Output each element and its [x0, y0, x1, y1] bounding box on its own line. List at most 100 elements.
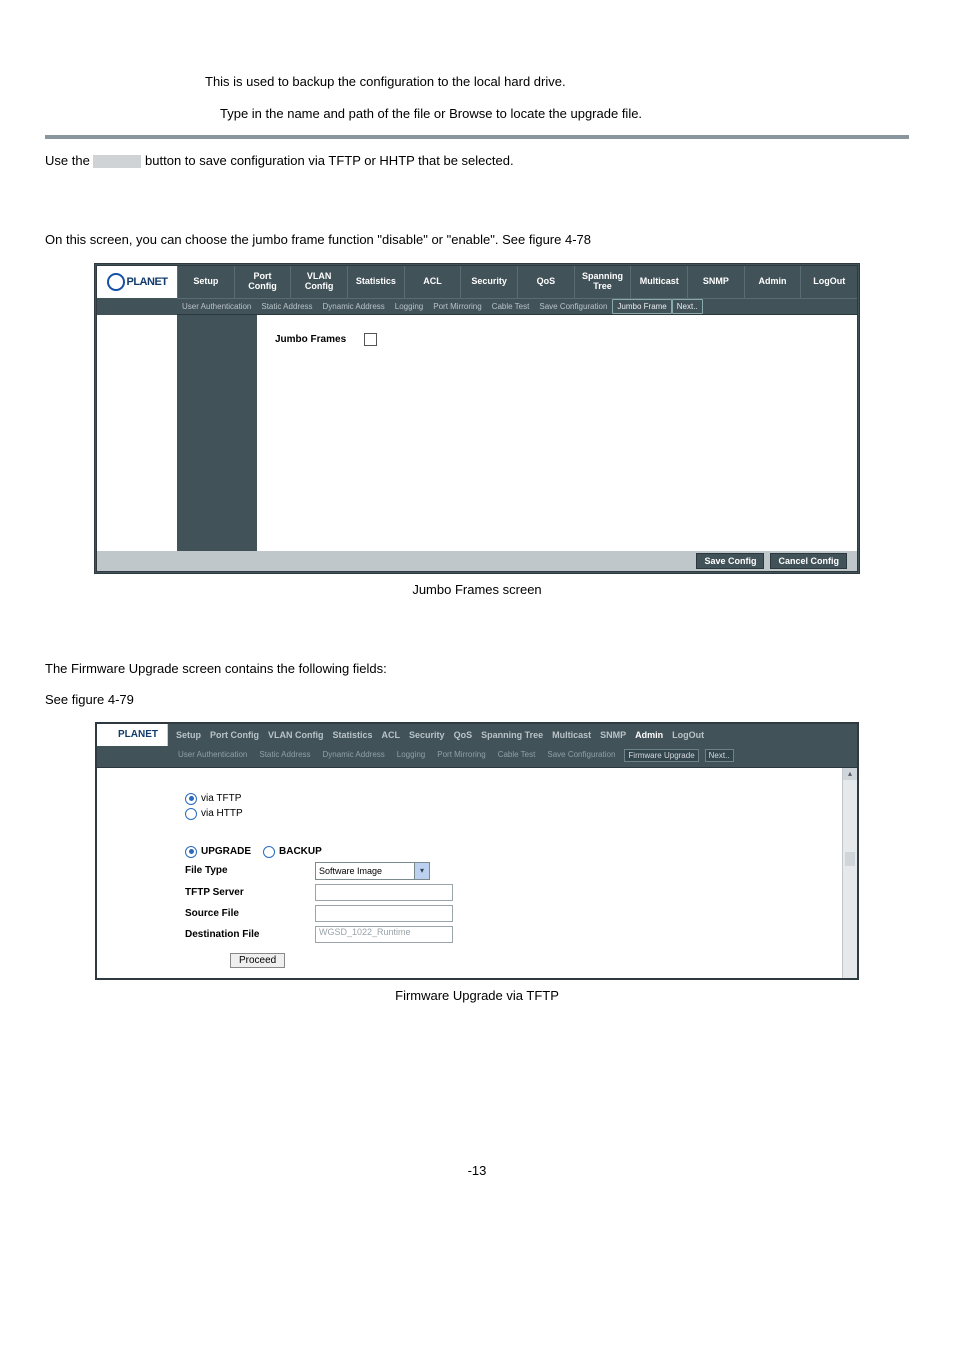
divider	[45, 135, 909, 139]
blank-button-icon	[93, 155, 141, 168]
submenu: User Authentication Static Address Dynam…	[177, 298, 857, 315]
menu-multicast[interactable]: Multicast	[630, 266, 687, 298]
fw-sub-next[interactable]: Next..	[705, 749, 734, 762]
fw-menu-logout[interactable]: LogOut	[672, 730, 704, 740]
use-the-text: Use the	[45, 153, 93, 168]
proceed-button[interactable]: Proceed	[230, 953, 285, 968]
sub-cable-test[interactable]: Cable Test	[487, 299, 535, 314]
menu-vlan-config[interactable]: VLAN Config	[290, 266, 347, 298]
fw-menu-stp[interactable]: Spanning Tree	[481, 730, 543, 740]
file-type-label: File Type	[185, 865, 315, 876]
jumbo-body: Jumbo Frames	[257, 315, 857, 551]
menu-qos[interactable]: QoS	[517, 266, 574, 298]
sub-next[interactable]: Next..	[672, 299, 703, 314]
jumbo-frames-label: Jumbo Frames	[275, 334, 346, 345]
fw-sub-save-config[interactable]: Save Configuration	[544, 749, 618, 762]
fw-sidebar-blank	[97, 768, 167, 978]
sub-static-addr[interactable]: Static Address	[256, 299, 317, 314]
upgrade-label: UPGRADE	[201, 846, 251, 857]
backup-label: BACKUP	[279, 846, 322, 857]
menu-admin[interactable]: Admin	[744, 266, 801, 298]
destination-file-input[interactable]: WGSD_1022_Runtime	[315, 926, 453, 943]
sidebar-blank	[97, 315, 177, 551]
fw-menu-setup[interactable]: Setup	[176, 730, 201, 740]
fw-menu-qos[interactable]: QoS	[454, 730, 473, 740]
fw-menu-snmp[interactable]: SNMP	[600, 730, 626, 740]
fw-sub-port-mirror[interactable]: Port Mirroring	[434, 749, 488, 762]
backup-description: This is used to backup the configuration…	[205, 72, 909, 92]
page-number: -13	[45, 1163, 909, 1178]
fw-menu-port[interactable]: Port Config	[210, 730, 259, 740]
jumbo-intro: On this screen, you can choose the jumbo…	[45, 230, 909, 250]
menu-security[interactable]: Security	[460, 266, 517, 298]
menu-spanning-tree[interactable]: Spanning Tree	[574, 266, 631, 298]
fw-menu-security[interactable]: Security	[409, 730, 445, 740]
logo-orb-icon	[107, 273, 125, 291]
fw-sub-user-auth[interactable]: User Authentication	[175, 749, 250, 762]
menu-setup[interactable]: Setup	[177, 266, 234, 298]
menu-snmp[interactable]: SNMP	[687, 266, 744, 298]
sub-logging[interactable]: Logging	[390, 299, 428, 314]
fw-sub-firmware[interactable]: Firmware Upgrade	[624, 749, 698, 762]
radio-upgrade[interactable]	[185, 846, 197, 858]
fw-submenu: User Authentication Static Address Dynam…	[97, 746, 857, 768]
planet-logo: PLANET	[97, 266, 177, 298]
fw-caption: Firmware Upgrade via TFTP	[45, 988, 909, 1003]
logo-text-2: PLANET	[118, 729, 158, 740]
fw-sub-logging[interactable]: Logging	[394, 749, 428, 762]
fw-intro-1: The Firmware Upgrade screen contains the…	[45, 659, 909, 679]
menu-statistics[interactable]: Statistics	[347, 266, 404, 298]
fw-top-menu: Setup Port Config VLAN Config Statistics…	[168, 724, 857, 746]
sub-save-config[interactable]: Save Configuration	[534, 299, 612, 314]
fw-sub-dynamic[interactable]: Dynamic Address	[320, 749, 388, 762]
fw-menu-multicast[interactable]: Multicast	[552, 730, 591, 740]
scrollbar[interactable]: ▴	[842, 768, 857, 978]
fw-menu-stats[interactable]: Statistics	[333, 730, 373, 740]
fw-menu-admin[interactable]: Admin	[635, 730, 663, 740]
chevron-down-icon: ▾	[414, 863, 429, 879]
menu-acl[interactable]: ACL	[404, 266, 461, 298]
sub-jumbo-frame[interactable]: Jumbo Frame	[612, 299, 671, 314]
tftp-server-input[interactable]	[315, 884, 453, 901]
destination-file-label: Destination File	[185, 929, 315, 940]
source-file-label: Source File	[185, 908, 315, 919]
fw-sub-cable-test[interactable]: Cable Test	[495, 749, 539, 762]
fw-main: via TFTP via HTTP UPGRADE BACKUP File Ty…	[167, 768, 842, 978]
fw-menu-vlan[interactable]: VLAN Config	[268, 730, 324, 740]
scroll-up-icon[interactable]: ▴	[843, 768, 857, 780]
radio-tftp-label: via TFTP	[201, 793, 241, 804]
sub-user-auth[interactable]: User Authentication	[177, 299, 256, 314]
jumbo-frames-screenshot: PLANET Setup Port Config VLAN Config Sta…	[94, 263, 860, 574]
file-type-select[interactable]: Software Image ▾	[315, 862, 430, 880]
save-config-button[interactable]: Save Config	[696, 553, 764, 569]
footer-bar: Save Config Cancel Config	[97, 551, 857, 571]
radio-via-tftp[interactable]	[185, 793, 197, 805]
after-btn-text: button to save configuration via TFTP or…	[145, 153, 514, 168]
browse-description: Type in the name and path of the file or…	[220, 104, 909, 124]
logo-orb-icon-2	[106, 729, 117, 740]
use-button-line: Use the button to save configuration via…	[45, 151, 909, 171]
file-type-value: Software Image	[319, 866, 382, 876]
radio-backup[interactable]	[263, 846, 275, 858]
source-file-input[interactable]	[315, 905, 453, 922]
jumbo-caption: Jumbo Frames screen	[45, 582, 909, 597]
firmware-upgrade-screenshot: PLANET Setup Port Config VLAN Config Sta…	[95, 722, 859, 980]
menu-port-config[interactable]: Port Config	[234, 266, 291, 298]
scrollbar-thumb[interactable]	[845, 852, 855, 866]
sub-port-mirroring[interactable]: Port Mirroring	[428, 299, 486, 314]
fw-sub-static[interactable]: Static Address	[256, 749, 313, 762]
sub-dynamic-addr[interactable]: Dynamic Address	[318, 299, 390, 314]
menu-logout[interactable]: LogOut	[800, 266, 857, 298]
radio-http-label: via HTTP	[201, 808, 243, 819]
fw-intro-2: See figure 4-79	[45, 690, 909, 710]
radio-via-http[interactable]	[185, 808, 197, 820]
radio-dot-icon	[189, 796, 194, 801]
radio-dot-icon-2	[189, 849, 194, 854]
fw-menu-acl[interactable]: ACL	[382, 730, 401, 740]
cancel-config-button[interactable]: Cancel Config	[770, 553, 847, 569]
top-menu: Setup Port Config VLAN Config Statistics…	[177, 266, 857, 298]
tftp-server-label: TFTP Server	[185, 887, 315, 898]
planet-logo-2: PLANET	[97, 724, 168, 746]
logo-text: PLANET	[127, 276, 168, 288]
jumbo-frames-checkbox[interactable]	[364, 333, 377, 346]
